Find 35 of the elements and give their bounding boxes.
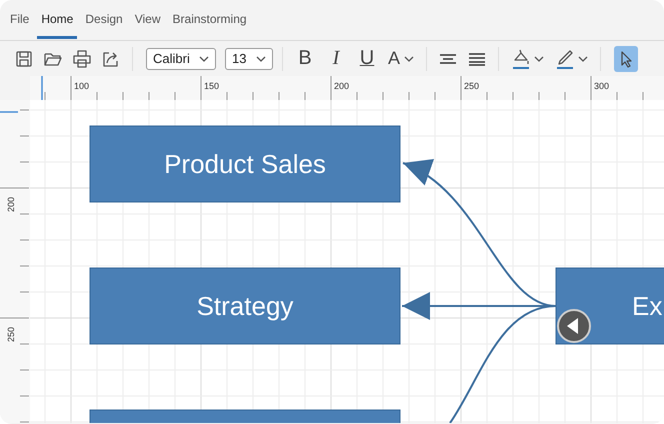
menu-tab[interactable]: File <box>6 4 34 39</box>
node-label: Strategy <box>196 291 294 321</box>
ruler-label: 300 <box>594 81 610 91</box>
collapse-button[interactable] <box>557 309 591 343</box>
paint-bucket-icon <box>511 48 532 70</box>
bold-button[interactable]: B <box>292 46 318 72</box>
menu-tab[interactable]: Brainstorming <box>168 4 251 39</box>
font-family-dropdown[interactable]: Calibri <box>146 48 216 70</box>
diagram-node[interactable] <box>90 268 400 344</box>
menu-tab[interactable]: Design <box>81 4 127 39</box>
ruler-label: 250 <box>6 326 16 342</box>
caret-icon <box>534 56 544 62</box>
ruler-label: 150 <box>204 81 220 91</box>
pen-icon <box>555 48 576 70</box>
underline-button[interactable]: U <box>354 46 380 72</box>
node-label: Ex <box>632 291 662 321</box>
caret-icon <box>578 56 588 62</box>
diagram-node[interactable] <box>90 410 400 423</box>
printer-icon <box>72 48 92 68</box>
ruler-label: 200 <box>6 196 16 212</box>
font-size-dropdown[interactable]: 13 <box>225 48 273 70</box>
menu-tab[interactable]: Home <box>37 4 78 39</box>
ruler-label: 200 <box>334 81 350 91</box>
menu-tab[interactable]: View <box>130 4 165 39</box>
caret-icon <box>256 56 266 62</box>
caret-icon <box>199 56 209 62</box>
save-icon <box>14 48 34 68</box>
pointer-tool[interactable] <box>614 46 638 72</box>
caret-icon <box>404 56 414 62</box>
italic-button[interactable]: I <box>323 46 349 72</box>
node-label: Product Sales <box>164 149 326 179</box>
font-color-button[interactable]: A <box>385 46 418 72</box>
ruler-label: 250 <box>464 81 480 91</box>
ruler-label: 100 <box>74 81 90 91</box>
diagram-node[interactable] <box>90 126 400 202</box>
